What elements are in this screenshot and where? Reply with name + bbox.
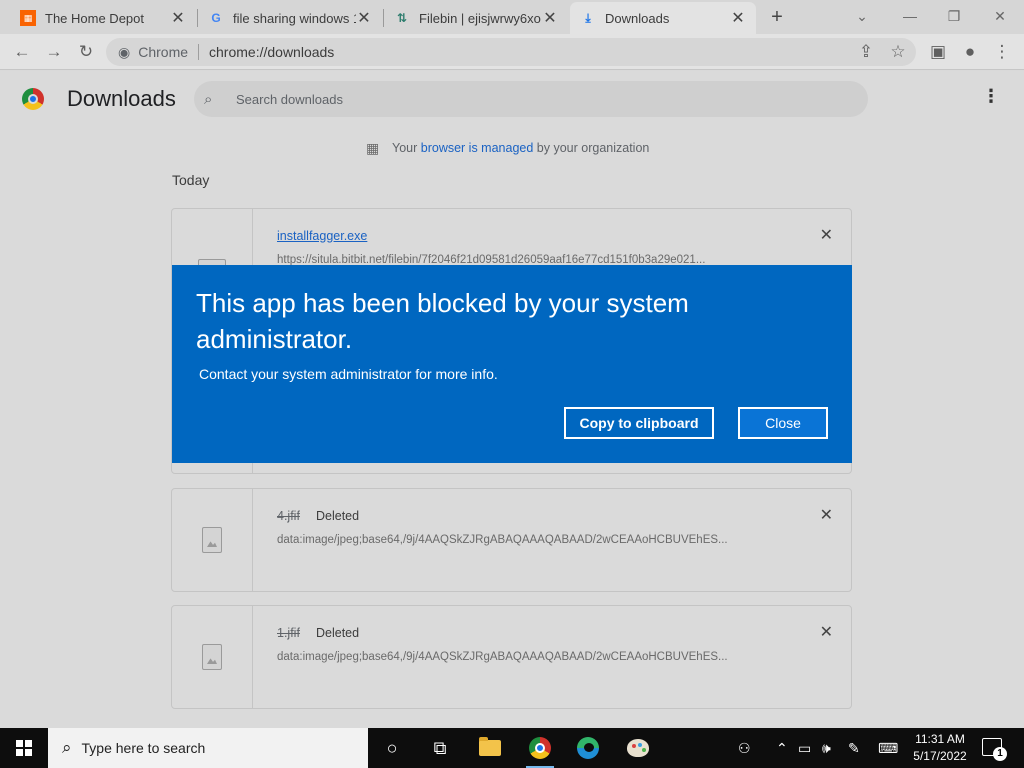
windows-logo-icon — [16, 740, 32, 756]
tab-downloads[interactable]: ⤓ Downloads ✕ — [570, 2, 756, 34]
site-chip: Chrome — [138, 44, 189, 60]
image-file-icon — [202, 527, 222, 553]
download-item: 1.jfif Deleted data:image/jpeg;base64,/9… — [171, 605, 852, 709]
people-icon[interactable]: ⚇ — [738, 728, 751, 768]
download-item: 4.jfif Deleted data:image/jpeg;base64,/9… — [171, 488, 852, 592]
tab-title: Downloads — [605, 10, 670, 26]
reload-button[interactable]: ↻ — [74, 40, 98, 64]
divider — [198, 44, 200, 60]
start-button[interactable] — [0, 728, 48, 768]
download-filename[interactable]: installfagger.exe — [277, 229, 367, 243]
tab-strip: ▦ The Home Depot ✕ G file sharing window… — [0, 0, 1024, 34]
new-tab-button[interactable]: + — [766, 4, 788, 30]
image-file-icon — [202, 644, 222, 670]
restore-button[interactable]: ❐ — [932, 2, 976, 30]
task-view-icon[interactable]: ⧉ — [426, 734, 454, 762]
download-url[interactable]: data:image/jpeg;base64,/9j/4AAQSkZJRgABA… — [277, 534, 728, 546]
close-icon[interactable]: ✕ — [356, 8, 372, 28]
page-title: Downloads — [67, 86, 176, 111]
show-hidden-icons-chevron-icon[interactable]: ⌃ — [776, 728, 788, 768]
file-explorer-icon[interactable] — [476, 734, 504, 762]
taskbar-search-box[interactable]: ⌕ Type here to search — [48, 728, 368, 768]
share-icon[interactable]: ⇪ — [854, 40, 878, 64]
edge-taskbar-icon[interactable] — [574, 734, 602, 762]
action-center-icon[interactable]: 1 — [982, 738, 1007, 761]
back-button[interactable]: ← — [10, 40, 34, 64]
download-filename: 4.jfif — [277, 509, 300, 523]
network-icon[interactable]: ▭ — [798, 728, 811, 768]
minimize-button[interactable]: — — [888, 2, 932, 30]
pen-workspace-icon[interactable]: ✎ — [848, 728, 860, 768]
dialog-message: Contact your system administrator for mo… — [199, 366, 498, 382]
download-status: Deleted — [316, 626, 360, 640]
search-placeholder: Search downloads — [236, 91, 343, 107]
paint-taskbar-icon[interactable] — [624, 734, 652, 762]
file-icon-column — [172, 489, 253, 591]
download-url[interactable]: data:image/jpeg;base64,/9j/4AAQSkZJRgABA… — [277, 651, 728, 663]
chrome-menu-icon[interactable]: ⋮ — [990, 40, 1014, 64]
managed-suffix: by your organization — [536, 141, 650, 155]
remove-download-icon[interactable]: ✕ — [820, 505, 833, 525]
taskbar-clock[interactable]: 11:31 AM 5/17/2022 — [910, 731, 970, 765]
dialog-title: This app has been blocked by your system… — [196, 288, 689, 354]
profile-avatar[interactable]: ● — [958, 40, 982, 64]
clock-date: 5/17/2022 — [913, 749, 967, 763]
search-downloads-input[interactable]: ⌕ Search downloads — [194, 81, 868, 117]
chrome-site-icon: ◉ — [118, 43, 131, 60]
windows-taskbar: ⌕ Type here to search ○ ⧉ ⚇ ⌃ ▭ 🕪 ✎ ⌨ 11… — [0, 728, 1024, 768]
file-icon-column — [172, 606, 253, 708]
touch-keyboard-icon[interactable]: ⌨ — [878, 728, 898, 768]
cortana-icon[interactable]: ○ — [378, 734, 406, 762]
tab-search-icon[interactable]: ⌄ — [840, 2, 884, 30]
managed-notice: ▦ Your browser is managed by your organi… — [366, 140, 649, 156]
search-icon: ⌕ — [204, 90, 213, 108]
volume-icon[interactable]: 🕪 — [822, 728, 831, 768]
building-icon: ▦ — [366, 140, 380, 156]
dialog-close-button[interactable]: Close — [738, 407, 828, 439]
managed-link[interactable]: browser is managed — [421, 141, 534, 155]
clock-time: 11:31 AM — [915, 732, 965, 746]
notification-count-badge: 1 — [993, 747, 1007, 761]
app-blocked-dialog: This app has been blocked by your system… — [172, 265, 852, 463]
tab-filebin[interactable]: ⇅ Filebin | ejisjwrwy6xo ✕ — [384, 2, 568, 34]
close-icon[interactable]: ✕ — [730, 8, 746, 28]
tab-title: The Home Depot — [45, 10, 144, 26]
taskbar-search-placeholder: Type here to search — [81, 740, 206, 756]
address-bar[interactable]: ◉ Chrome chrome://downloads — [106, 38, 916, 66]
side-panel-icon[interactable]: ▣ — [926, 40, 950, 64]
chrome-taskbar-icon[interactable] — [526, 734, 554, 768]
url-text: chrome://downloads — [209, 44, 335, 60]
tab-title: file sharing windows 10 — [233, 10, 356, 26]
download-status: Deleted — [316, 509, 360, 523]
section-heading-today: Today — [172, 172, 210, 188]
tab-home-depot[interactable]: ▦ The Home Depot ✕ — [10, 2, 196, 34]
tab-google-search[interactable]: G file sharing windows 10 ✕ — [198, 2, 382, 34]
window-close-button[interactable]: ✕ — [978, 2, 1022, 30]
home-depot-icon: ▦ — [20, 10, 36, 26]
bookmark-star-icon[interactable]: ☆ — [886, 40, 910, 64]
filebin-icon: ⇅ — [396, 11, 408, 25]
browser-toolbar: ← → ↻ ◉ Chrome chrome://downloads ⇪ ☆ ▣ … — [0, 34, 1024, 70]
remove-download-icon[interactable]: ✕ — [820, 622, 833, 642]
search-icon: ⌕ — [62, 738, 72, 757]
close-icon[interactable]: ✕ — [542, 8, 558, 28]
managed-prefix: Your — [392, 141, 418, 155]
chrome-logo-icon — [22, 88, 44, 110]
close-icon[interactable]: ✕ — [170, 8, 186, 28]
tab-title: Filebin | ejisjwrwy6xo — [419, 10, 541, 26]
remove-download-icon[interactable]: ✕ — [820, 225, 833, 245]
forward-button[interactable]: → — [42, 40, 66, 64]
google-icon: G — [211, 11, 221, 25]
download-filename: 1.jfif — [277, 626, 300, 640]
more-actions-icon[interactable]: ⋮ — [982, 87, 1000, 105]
download-icon: ⤓ — [585, 10, 591, 25]
copy-to-clipboard-button[interactable]: Copy to clipboard — [564, 407, 714, 439]
